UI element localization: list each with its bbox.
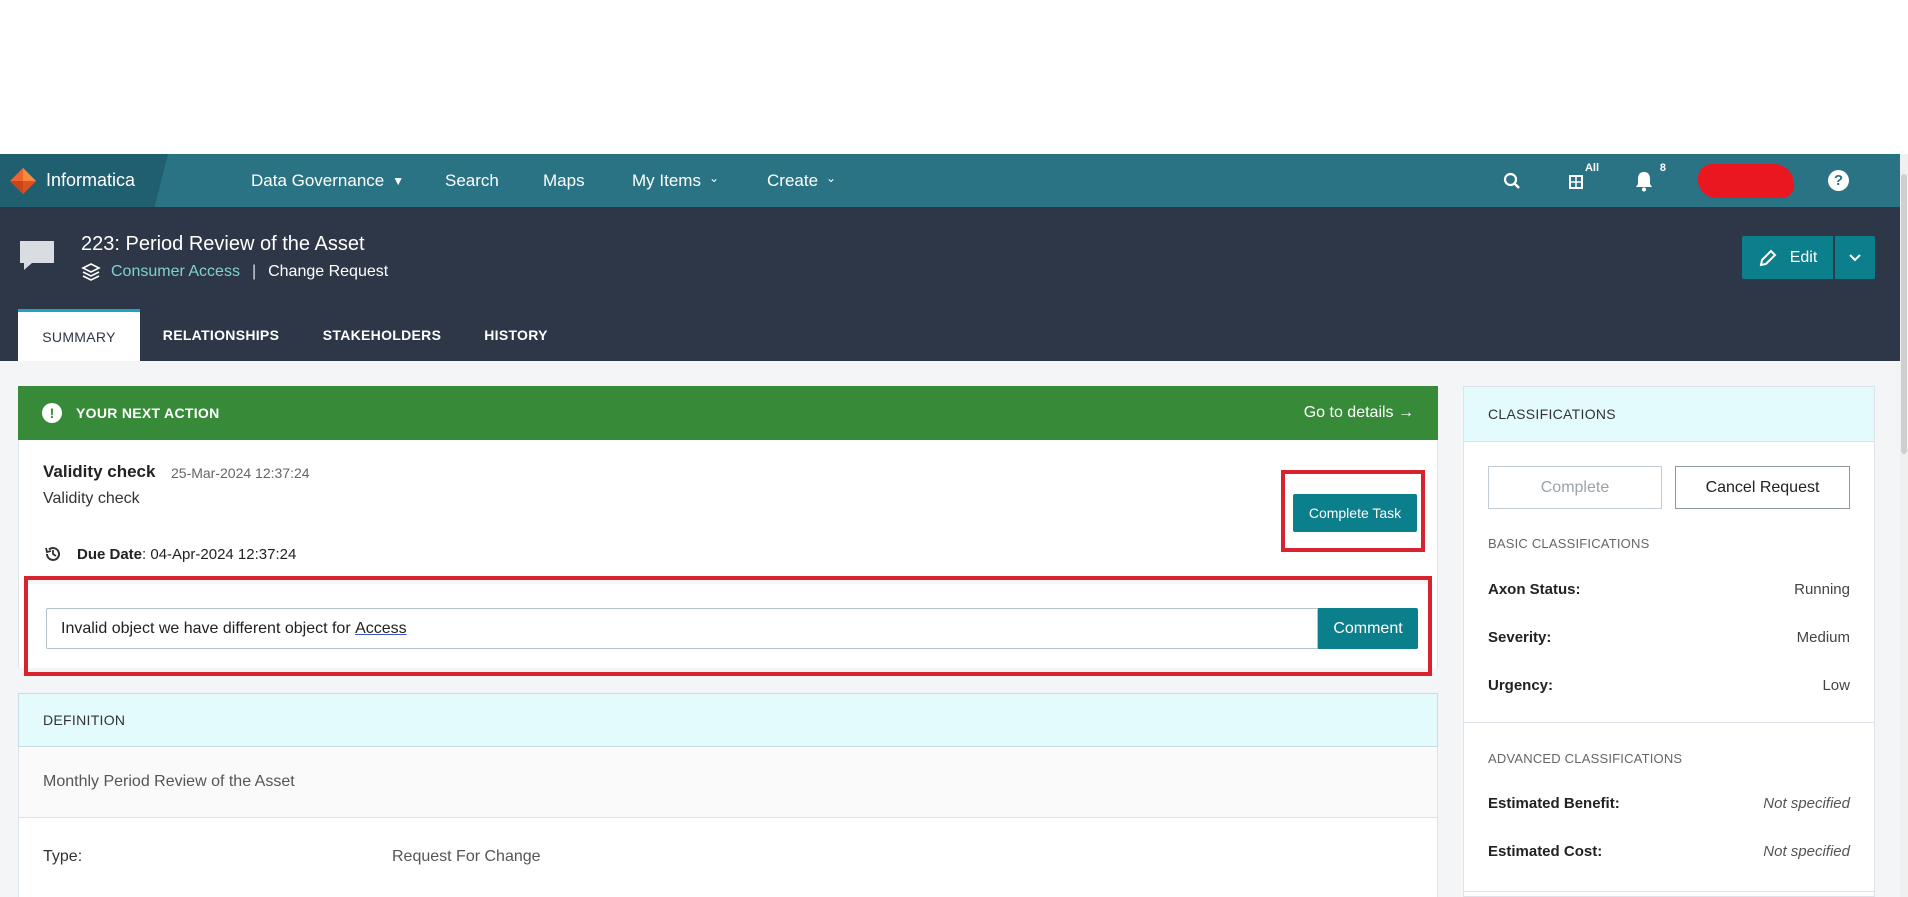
- due-date-value: : 04-Apr-2024 12:37:24: [142, 545, 297, 563]
- classification-value: Not specified: [1763, 795, 1850, 812]
- due-date-label: Due Date: [77, 545, 143, 563]
- classification-key: Estimated Benefit:: [1488, 795, 1620, 812]
- task-timestamp: 25-Mar-2024 12:37:24: [171, 465, 310, 481]
- classification-row: Urgency: Low: [1488, 677, 1850, 694]
- comment-text-spellcheck: Access: [355, 619, 407, 637]
- search-icon[interactable]: [1500, 154, 1524, 207]
- comment-text: Invalid object we have different object …: [61, 619, 356, 637]
- caret-down-icon: ▼: [392, 173, 405, 188]
- cancel-request-button[interactable]: Cancel Request: [1675, 466, 1850, 509]
- chevron-down-icon: [1849, 253, 1861, 261]
- nav-data-governance-label: Data Governance: [251, 170, 385, 190]
- complete-task-highlight: Complete Task: [1281, 470, 1425, 552]
- advanced-classifications-heading: ADVANCED CLASSIFICATIONS: [1488, 751, 1683, 766]
- nav-create[interactable]: Create ⌄: [767, 154, 836, 207]
- divider: [1464, 722, 1874, 723]
- classifications-heading: CLASSIFICATIONS: [1464, 387, 1874, 442]
- object-type: Change Request: [268, 263, 389, 280]
- classification-row: Axon Status: Running: [1488, 581, 1850, 598]
- nav-maps[interactable]: Maps: [543, 154, 585, 207]
- page-title: 223: Period Review of the Asset: [81, 233, 365, 255]
- brand-logo[interactable]: Informatica: [0, 154, 168, 207]
- edit-button[interactable]: Edit: [1742, 236, 1833, 279]
- chevron-down-icon: ⌄: [708, 170, 720, 185]
- nav-maps-label: Maps: [543, 170, 585, 190]
- classification-key: Axon Status:: [1488, 581, 1581, 598]
- due-date-row: Due Date : 04-Apr-2024 12:37:24: [43, 544, 296, 564]
- blank-top-area: [0, 0, 1908, 154]
- classification-key: Urgency:: [1488, 677, 1554, 694]
- object-header: 223: Period Review of the Asset Consumer…: [0, 207, 1900, 361]
- task-title: Validity check: [43, 462, 156, 481]
- classification-value: Low: [1822, 677, 1850, 694]
- classification-row: Estimated Cost: Not specified: [1488, 843, 1850, 860]
- layers-icon: [81, 263, 101, 281]
- nav-create-label: Create: [767, 170, 819, 190]
- divider: [1464, 891, 1874, 892]
- classifications-panel: CLASSIFICATIONS Complete Cancel Request …: [1463, 386, 1875, 897]
- nav-my-items[interactable]: My Items ⌄: [632, 154, 719, 207]
- edit-dropdown-button[interactable]: [1835, 236, 1875, 279]
- type-row: Type: Request For Change: [18, 818, 1438, 897]
- classification-key: Estimated Cost:: [1488, 843, 1603, 860]
- comment-highlight: Invalid object we have different object …: [24, 576, 1432, 676]
- type-value: Request For Change: [392, 848, 541, 865]
- complete-task-button[interactable]: Complete Task: [1293, 494, 1417, 532]
- help-icon[interactable]: ?: [1828, 170, 1849, 191]
- page: Informatica Data Governance ▼ Search Map…: [0, 0, 1908, 897]
- nav-data-governance[interactable]: Data Governance ▼: [251, 154, 404, 207]
- task-description: Validity check: [43, 490, 140, 507]
- filter-scope-badge: All: [1584, 162, 1599, 174]
- filter-scope-icon[interactable]: All: [1565, 154, 1599, 207]
- breadcrumb: Consumer Access | Change Request: [81, 262, 388, 282]
- history-clock-icon: [45, 546, 60, 561]
- nav-search-label: Search: [445, 170, 499, 190]
- classification-row: Severity: Medium: [1488, 629, 1850, 646]
- breadcrumb-separator: |: [251, 263, 257, 280]
- comment-button[interactable]: Comment: [1318, 608, 1418, 649]
- comment-area: Invalid object we have different object …: [28, 584, 1428, 668]
- classification-key: Severity:: [1488, 629, 1552, 646]
- user-avatar-redacted[interactable]: [1698, 164, 1794, 198]
- scrollbar-thumb[interactable]: [1901, 174, 1907, 454]
- alert-icon: !: [42, 403, 62, 423]
- comment-input[interactable]: Invalid object we have different object …: [46, 608, 1318, 649]
- classification-value: Not specified: [1763, 843, 1850, 860]
- tab-relationships[interactable]: RELATIONSHIPS: [140, 309, 302, 361]
- nav-search[interactable]: Search: [445, 154, 499, 207]
- nav-my-items-label: My Items: [632, 170, 701, 190]
- definition-text: Monthly Period Review of the Asset: [18, 747, 1438, 818]
- chevron-down-icon: ⌄: [826, 170, 837, 185]
- definition-heading: DEFINITION: [18, 693, 1438, 747]
- classification-row: Estimated Benefit: Not specified: [1488, 795, 1850, 812]
- tab-stakeholders[interactable]: STAKEHOLDERS: [312, 309, 452, 361]
- complete-button[interactable]: Complete: [1488, 466, 1662, 509]
- top-navbar: Informatica Data Governance ▼ Search Map…: [0, 154, 1900, 207]
- basic-classifications-heading: BASIC CLASSIFICATIONS: [1488, 536, 1650, 551]
- change-request-icon: [20, 241, 54, 270]
- page-scrollbar[interactable]: [1900, 154, 1908, 897]
- edit-button-label: Edit: [1789, 248, 1818, 266]
- type-label: Type:: [43, 848, 83, 865]
- pencil-icon: [1759, 249, 1777, 266]
- informatica-logo-icon: [10, 167, 36, 194]
- next-action-bar: ! YOUR NEXT ACTION Go to details →: [18, 386, 1438, 440]
- notification-bell-icon[interactable]: 8: [1632, 154, 1666, 207]
- breadcrumb-link[interactable]: Consumer Access: [111, 263, 240, 281]
- notification-count: 8: [1659, 162, 1666, 174]
- brand-name: Informatica: [46, 170, 136, 190]
- go-to-details-link[interactable]: Go to details →: [1304, 404, 1414, 422]
- next-action-heading: YOUR NEXT ACTION: [76, 405, 220, 421]
- classification-value: Medium: [1796, 629, 1850, 646]
- tab-history[interactable]: HISTORY: [464, 309, 568, 361]
- classification-value: Running: [1794, 581, 1850, 598]
- tab-summary[interactable]: SUMMARY: [18, 309, 140, 361]
